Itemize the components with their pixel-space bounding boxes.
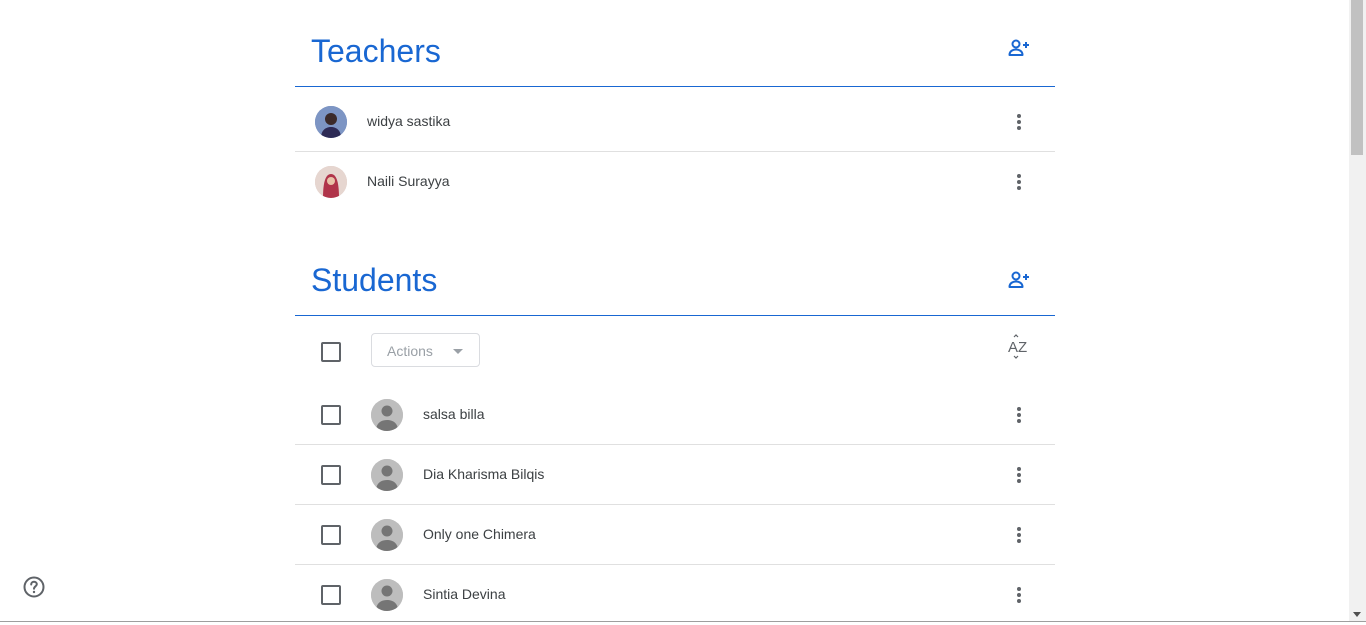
student-row: Sintia Devina: [295, 565, 1055, 625]
actions-dropdown[interactable]: Actions: [371, 333, 480, 367]
more-vert-icon: [1017, 407, 1021, 423]
avatar: [315, 106, 347, 138]
teacher-name: widya sastika: [367, 113, 451, 129]
scrollbar-thumb[interactable]: [1351, 0, 1363, 155]
more-vert-icon: [1017, 587, 1021, 603]
students-title: Students: [311, 262, 438, 298]
student-row: Dia Kharisma Bilqis: [295, 445, 1055, 505]
student-more-button[interactable]: [999, 395, 1039, 435]
teachers-title: Teachers: [311, 33, 441, 69]
student-checkbox[interactable]: [321, 465, 341, 485]
teacher-more-button[interactable]: [999, 102, 1039, 142]
scroll-down-arrow-icon[interactable]: [1353, 612, 1361, 617]
teacher-name: Naili Surayya: [367, 173, 450, 189]
person-add-icon: [1008, 271, 1029, 288]
more-vert-icon: [1017, 114, 1021, 130]
avatar: [371, 399, 403, 431]
student-checkbox[interactable]: [321, 585, 341, 605]
student-name: Dia Kharisma Bilqis: [423, 466, 545, 482]
select-all-checkbox[interactable]: [321, 342, 341, 362]
avatar: [371, 579, 403, 611]
more-vert-icon: [1017, 174, 1021, 190]
student-checkbox[interactable]: [321, 405, 341, 425]
more-vert-icon: [1017, 527, 1021, 543]
svg-text:A: A: [1008, 339, 1018, 356]
invite-teachers-button[interactable]: [999, 28, 1039, 68]
sort-az-icon: A Z: [1008, 334, 1027, 359]
sort-button[interactable]: A Z: [999, 327, 1039, 367]
student-more-button[interactable]: [999, 515, 1039, 555]
student-more-button[interactable]: [999, 455, 1039, 495]
students-header: Students: [295, 229, 1055, 316]
student-name: salsa billa: [423, 406, 485, 422]
student-checkbox[interactable]: [321, 525, 341, 545]
caret-down-icon: [453, 349, 463, 354]
avatar: [371, 519, 403, 551]
avatar: [371, 459, 403, 491]
student-more-button[interactable]: [999, 575, 1039, 615]
avatar: [315, 166, 347, 198]
student-row: salsa billa: [295, 385, 1055, 445]
svg-text:Z: Z: [1018, 339, 1027, 356]
student-name: Sintia Devina: [423, 586, 506, 602]
page-scrollbar[interactable]: [1349, 0, 1366, 622]
help-button[interactable]: [22, 575, 46, 599]
person-add-icon: [1008, 39, 1029, 56]
teacher-more-button[interactable]: [999, 162, 1039, 202]
teacher-row: Naili Surayya: [295, 152, 1055, 212]
teacher-row: widya sastika: [295, 92, 1055, 152]
invite-students-button[interactable]: [999, 260, 1039, 300]
student-row: Only one Chimera: [295, 505, 1055, 565]
teachers-header: Teachers: [295, 0, 1055, 87]
help-icon: [23, 576, 45, 598]
student-name: Only one Chimera: [423, 526, 536, 542]
more-vert-icon: [1017, 467, 1021, 483]
actions-label: Actions: [387, 343, 433, 359]
